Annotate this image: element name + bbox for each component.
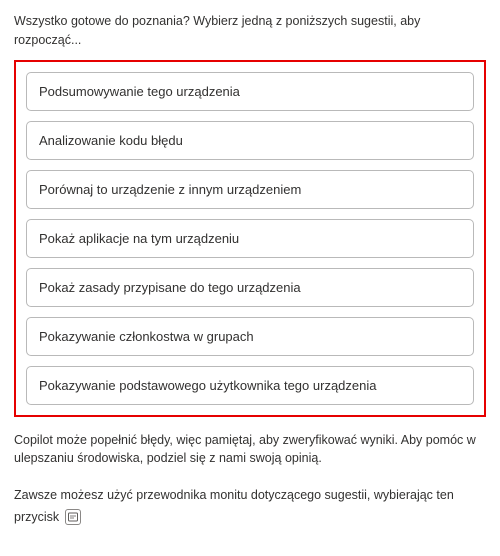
suggestions-container: Podsumowywanie tego urządzenia Analizowa… <box>14 60 486 417</box>
suggestion-compare-device[interactable]: Porównaj to urządzenie z innym urządzeni… <box>26 170 474 209</box>
suggestion-summarize-device[interactable]: Podsumowywanie tego urządzenia <box>26 72 474 111</box>
prompt-guide-icon[interactable] <box>65 509 81 525</box>
suggestion-show-apps[interactable]: Pokaż aplikacje na tym urządzeniu <box>26 219 474 258</box>
suggestion-analyze-error-code[interactable]: Analizowanie kodu błędu <box>26 121 474 160</box>
guide-line: Zawsze możesz użyć przewodnika monitu do… <box>14 484 486 529</box>
intro-text: Wszystko gotowe do poznania? Wybierz jed… <box>14 12 486 50</box>
disclaimer-text: Copilot może popełnić błędy, więc pamięt… <box>14 431 486 469</box>
suggestion-show-policies[interactable]: Pokaż zasady przypisane do tego urządzen… <box>26 268 474 307</box>
suggestion-show-group-membership[interactable]: Pokazywanie członkostwa w grupach <box>26 317 474 356</box>
suggestion-show-primary-user[interactable]: Pokazywanie podstawowego użytkownika teg… <box>26 366 474 405</box>
